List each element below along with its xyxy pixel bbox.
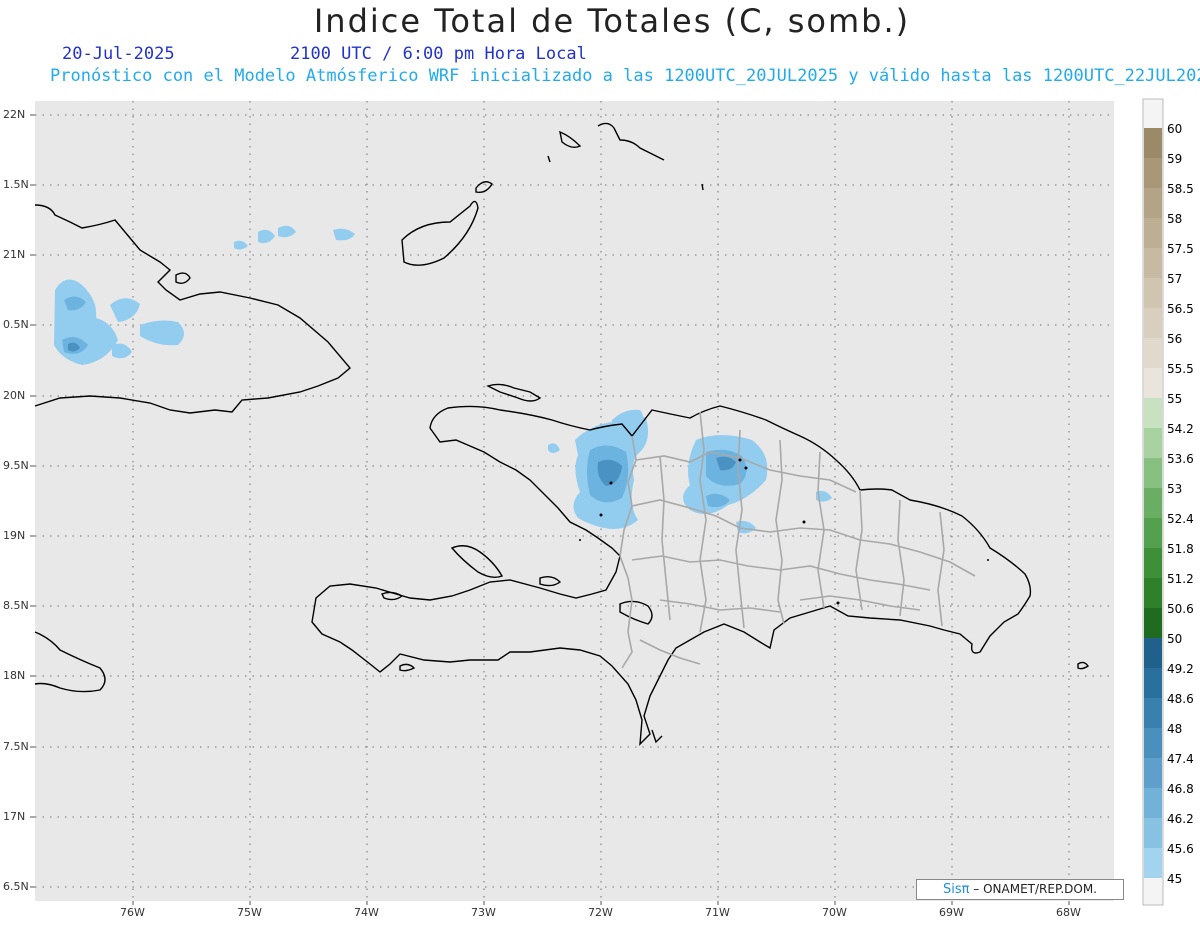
credit-box: Sisπ – ONAMET/REP.DOM. <box>916 879 1124 900</box>
colorbar-label: 55.5 <box>1167 362 1194 376</box>
lon-label: 71W <box>705 906 730 919</box>
lon-label: 73W <box>471 906 496 919</box>
colorbar-label: 56.5 <box>1167 302 1194 316</box>
colorbar-swatch <box>1144 368 1162 398</box>
colorbar <box>1142 98 1164 906</box>
colorbar-swatch <box>1144 578 1162 608</box>
lat-label: 19N <box>3 529 26 542</box>
lat-label: 0.5N <box>3 318 29 331</box>
colorbar-label: 58 <box>1167 212 1183 226</box>
colorbar-label: 52.4 <box>1167 512 1194 526</box>
lat-label: 7.5N <box>3 740 29 753</box>
colorbar-swatch <box>1144 218 1162 248</box>
lat-label: 9.5N <box>3 459 29 472</box>
colorbar-label: 48.6 <box>1167 692 1194 706</box>
colorbar-label: 46.2 <box>1167 812 1194 826</box>
lat-label: 20N <box>3 389 26 402</box>
colorbar-label: 50.6 <box>1167 602 1194 616</box>
colorbar-label: 59 <box>1167 152 1183 166</box>
colorbar-swatch <box>1144 848 1162 878</box>
colorbar-swatch <box>1144 728 1162 758</box>
sispi-logo: Sisπ <box>942 882 970 897</box>
lat-label: 22N <box>3 108 26 121</box>
colorbar-label: 49.2 <box>1167 662 1194 676</box>
colorbar-label: 60 <box>1167 122 1183 136</box>
colorbar-swatch <box>1144 428 1162 458</box>
lat-label: 21N <box>3 248 26 261</box>
colorbar-label: 51.8 <box>1167 542 1194 556</box>
colorbar-label: 50 <box>1167 632 1183 646</box>
colorbar-label: 45.6 <box>1167 842 1194 856</box>
lat-label: 8.5N <box>3 599 29 612</box>
colorbar-label: 53 <box>1167 482 1183 496</box>
colorbar-swatch <box>1144 668 1162 698</box>
colorbar-label: 51.2 <box>1167 572 1194 586</box>
colorbar-swatch <box>1144 518 1162 548</box>
colorbar-swatch <box>1144 248 1162 278</box>
colorbar-label: 53.6 <box>1167 452 1194 466</box>
colorbar-swatch <box>1144 188 1162 218</box>
colorbar-label: 46.8 <box>1167 782 1194 796</box>
colorbar-swatch <box>1144 788 1162 818</box>
colorbar-swatch <box>1144 698 1162 728</box>
colorbar-label: 45 <box>1167 872 1183 886</box>
lon-label: 75W <box>237 906 262 919</box>
colorbar-swatch <box>1144 308 1162 338</box>
colorbar-swatch <box>1144 638 1162 668</box>
colorbar-label: 57 <box>1167 272 1183 286</box>
colorbar-label: 58.5 <box>1167 182 1194 196</box>
lon-label: 70W <box>822 906 847 919</box>
colorbar-swatch <box>1144 608 1162 638</box>
colorbar-swatch <box>1144 128 1162 158</box>
colorbar-swatch <box>1144 818 1162 848</box>
lat-label: 6.5N <box>3 880 29 893</box>
lat-label: 1.5N <box>3 178 29 191</box>
colorbar-swatch <box>1144 278 1162 308</box>
colorbar-swatch <box>1144 758 1162 788</box>
colorbar-swatch <box>1144 548 1162 578</box>
colorbar-label: 48 <box>1167 722 1183 736</box>
credit-text: – ONAMET/REP.DOM. <box>973 882 1097 896</box>
lon-label: 68W <box>1056 906 1081 919</box>
lat-label: 18N <box>3 669 26 682</box>
colorbar-label: 54.2 <box>1167 422 1194 436</box>
colorbar-swatch <box>1144 488 1162 518</box>
colorbar-label: 57.5 <box>1167 242 1194 256</box>
colorbar-label: 55 <box>1167 392 1183 406</box>
lon-label: 72W <box>588 906 613 919</box>
colorbar-swatch <box>1144 158 1162 188</box>
colorbar-swatch <box>1144 398 1162 428</box>
lon-label: 76W <box>120 906 145 919</box>
lon-label: 74W <box>354 906 379 919</box>
colorbar-swatch <box>1144 338 1162 368</box>
lat-label: 17N <box>3 810 26 823</box>
colorbar-swatch <box>1144 458 1162 488</box>
lon-label: 69W <box>939 906 964 919</box>
colorbar-label: 47.4 <box>1167 752 1194 766</box>
colorbar-label: 56 <box>1167 332 1183 346</box>
map-panel <box>30 98 1164 906</box>
